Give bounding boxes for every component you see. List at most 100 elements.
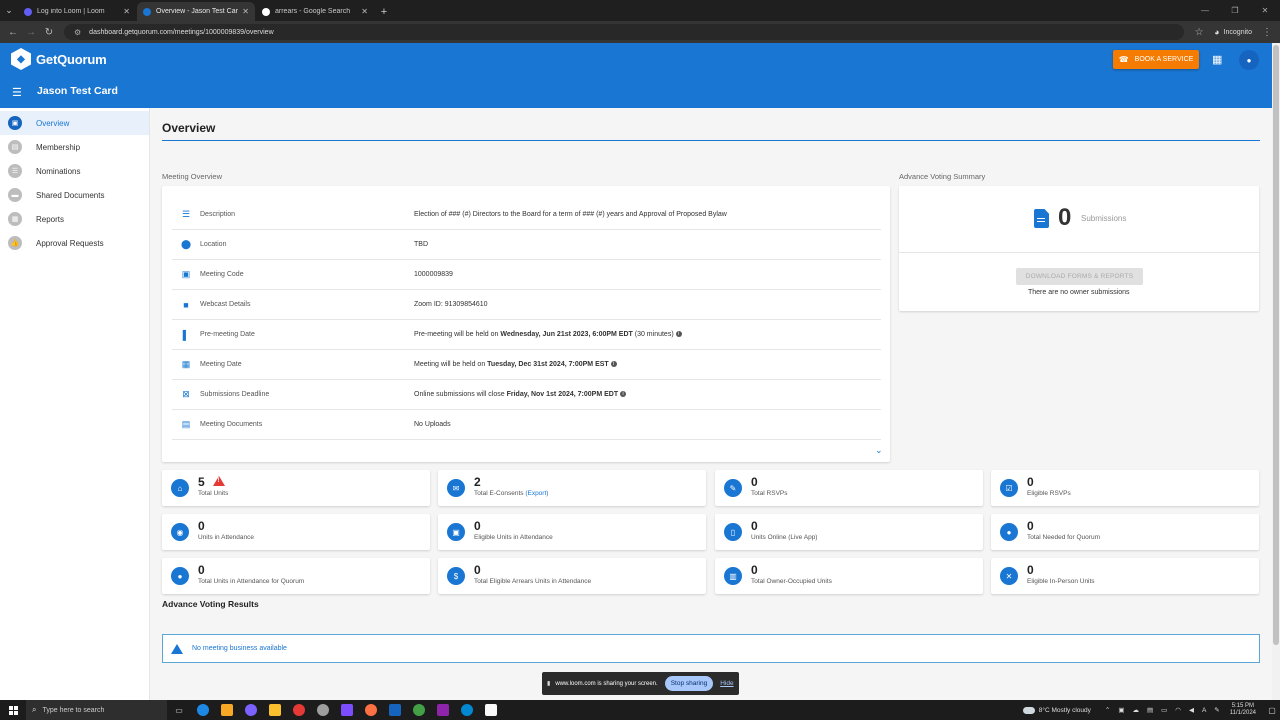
- tab-favicon-icon: [24, 7, 32, 16]
- browser-menu-icon[interactable]: ⋮: [1258, 23, 1276, 41]
- info-icon[interactable]: i: [620, 391, 627, 398]
- overview-row-meeting-documents: ▤ Meeting Documents No Uploads: [172, 410, 881, 440]
- vpn-icon[interactable]: [455, 700, 479, 720]
- book-service-button[interactable]: ☎ BOOK A SERVICE: [1113, 50, 1199, 69]
- page-scrollbar[interactable]: [1272, 43, 1280, 700]
- restore-icon[interactable]: ❐: [1220, 0, 1250, 21]
- task-view-icon[interactable]: ▭: [167, 700, 191, 720]
- forward-icon[interactable]: →: [22, 23, 40, 41]
- back-icon[interactable]: ←: [4, 23, 22, 41]
- incognito-indicator[interactable]: ◕ Incognito: [1214, 27, 1252, 37]
- stat-value: 0: [751, 563, 758, 577]
- notion-icon[interactable]: [479, 700, 503, 720]
- file-explorer-icon[interactable]: [215, 700, 239, 720]
- people-icon: ●: [171, 567, 189, 585]
- edge-icon[interactable]: [191, 700, 215, 720]
- reload-icon[interactable]: ↻: [40, 23, 58, 41]
- stat-card-units-online-live-app-: ▯ 0 Units Online (Live App): [715, 514, 983, 550]
- close-tab-icon[interactable]: ✕: [123, 7, 130, 16]
- getquorum-logo[interactable]: ◆ GetQuorum: [11, 48, 107, 70]
- app-header: [0, 43, 1272, 108]
- sidebar-item-nominations[interactable]: ☰ Nominations: [0, 159, 149, 183]
- stat-label: Total Units in Attendance for Quorum: [198, 578, 304, 585]
- new-tab-button[interactable]: +: [375, 2, 393, 21]
- bookmark-star-icon[interactable]: ☆: [1190, 27, 1208, 38]
- tray-network-icon[interactable]: ▤: [1147, 706, 1153, 714]
- tray-chevron-icon[interactable]: ⌃: [1105, 706, 1110, 714]
- tray-app-icon[interactable]: ▣: [1118, 706, 1124, 714]
- stop-sharing-button[interactable]: Stop sharing: [664, 676, 714, 691]
- browser-tab[interactable]: arrears - Google Search ✕: [256, 2, 374, 21]
- row-label: Webcast Details: [200, 301, 251, 308]
- stat-label-text: Total Needed for Quorum: [1027, 534, 1100, 541]
- stat-label-text: Total Owner-Occupied Units: [751, 578, 832, 585]
- minimize-icon[interactable]: —: [1190, 0, 1220, 21]
- teams-icon[interactable]: [239, 700, 263, 720]
- chrome-incognito-icon[interactable]: [311, 700, 335, 720]
- close-tab-icon[interactable]: ✕: [361, 7, 368, 16]
- start-button[interactable]: [0, 705, 26, 715]
- incognito-icon: ◕: [1214, 27, 1220, 37]
- tab-search-icon[interactable]: ⌄: [0, 0, 18, 21]
- stat-value: 0: [198, 563, 205, 577]
- firefox-icon[interactable]: [359, 700, 383, 720]
- menu-icon[interactable]: ☰: [12, 86, 22, 99]
- row-value: 1000009839: [414, 271, 453, 278]
- site-info-icon[interactable]: ⚙: [74, 28, 81, 37]
- nominations-icon: ☰: [8, 164, 22, 178]
- weather-widget[interactable]: 8°C Mostly cloudy: [1022, 706, 1091, 714]
- clock[interactable]: 5:15 PM 11/1/2024: [1230, 703, 1256, 717]
- overview-row-meeting-date: ▦ Meeting Date Meeting will be held on T…: [172, 350, 881, 380]
- taskbar-search[interactable]: ⌕ Type here to search: [26, 700, 167, 720]
- drag-handle-icon[interactable]: ▮: [547, 680, 550, 687]
- row-label: Meeting Date: [200, 361, 242, 368]
- pin-icon: ◉: [171, 523, 189, 541]
- sidebar-item-membership[interactable]: ▤ Membership: [0, 135, 149, 159]
- tray-cloud-icon[interactable]: ☁: [1132, 706, 1139, 714]
- stat-card-total-units-in-attendance-for-quorum: ● 0 Total Units in Attendance for Quorum: [162, 558, 430, 594]
- winrar-icon[interactable]: [431, 700, 455, 720]
- url-field[interactable]: ⚙ dashboard.getquorum.com/meetings/10000…: [64, 24, 1185, 40]
- warning-icon[interactable]: [213, 476, 225, 486]
- row-value: Pre-meeting will be held on: [414, 331, 501, 338]
- chrome-profile-icon[interactable]: [407, 700, 431, 720]
- account-icon[interactable]: ●: [1239, 50, 1259, 70]
- reports-icon: ▦: [8, 212, 22, 226]
- document-icon: [1034, 209, 1049, 228]
- tray-font-icon[interactable]: A: [1202, 707, 1206, 714]
- close-window-icon[interactable]: ✕: [1250, 0, 1280, 21]
- close-tab-icon[interactable]: ✕: [242, 7, 249, 16]
- home-icon: ⌂: [171, 479, 189, 497]
- sticky-app-icon[interactable]: [263, 700, 287, 720]
- sidebar-item-shared-documents[interactable]: ▬ Shared Documents: [0, 183, 149, 207]
- tray-battery-icon[interactable]: ▭: [1161, 706, 1167, 714]
- eligible-rsvp-icon: ☑: [1000, 479, 1018, 497]
- info-icon[interactable]: i: [675, 331, 682, 338]
- chrome-icon[interactable]: [287, 700, 311, 720]
- expand-chevron-icon[interactable]: ⌄: [875, 445, 883, 456]
- row-value-wrap: Meeting will be held on Tuesday, Dec 31s…: [414, 361, 617, 368]
- browser-tab[interactable]: Overview - Jason Test Card ✕: [137, 2, 255, 21]
- clock-date: 11/1/2024: [1229, 710, 1256, 716]
- hide-link[interactable]: Hide: [720, 680, 733, 687]
- sidebar-item-approval-requests[interactable]: 👍 Approval Requests: [0, 231, 149, 255]
- sidebar-item-reports[interactable]: ▦ Reports: [0, 207, 149, 231]
- sidebar-item-overview[interactable]: ▣ Overview: [0, 111, 149, 135]
- browser-tab[interactable]: Log into Loom | Loom ✕: [18, 2, 136, 21]
- loom-app-icon[interactable]: [335, 700, 359, 720]
- stat-card-eligible-units-in-attendance: ▣ 0 Eligible Units in Attendance: [438, 514, 706, 550]
- scrollbar-thumb[interactable]: [1273, 45, 1279, 645]
- export-link[interactable]: (Export): [525, 490, 548, 497]
- notifications-icon[interactable]: ▢: [1264, 706, 1280, 715]
- apps-grid-icon[interactable]: ▦: [1212, 53, 1222, 66]
- sharing-message: www.loom.com is sharing your screen.: [555, 680, 658, 687]
- download-forms-button[interactable]: DOWNLOAD FORMS & REPORTS: [1016, 268, 1143, 285]
- tray-wifi-icon[interactable]: ◠: [1175, 706, 1181, 714]
- tray-ime-icon[interactable]: ✎: [1214, 706, 1219, 714]
- location-icon: ⬤: [180, 239, 192, 249]
- info-icon[interactable]: i: [610, 361, 617, 368]
- outlook-icon[interactable]: [383, 700, 407, 720]
- tray-volume-icon[interactable]: ◀: [1189, 706, 1194, 714]
- tab-title: arrears - Google Search: [275, 8, 351, 15]
- row-label: Submissions Deadline: [200, 391, 270, 398]
